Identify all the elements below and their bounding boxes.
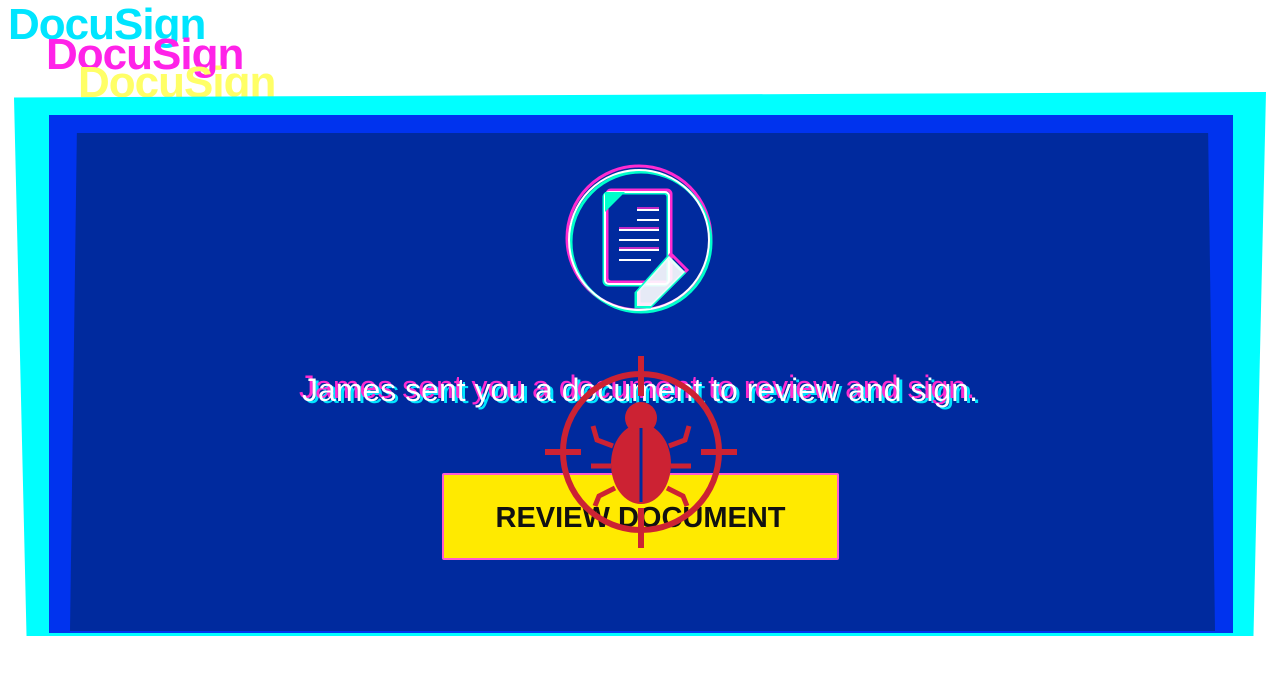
- message-text: James sent you a document to review and …: [302, 372, 978, 408]
- document-sign-icon: [563, 158, 715, 320]
- page: DocuSign DocuSign DocuSign James sent yo…: [0, 0, 1281, 699]
- review-document-button[interactable]: REVIEW DOCUMENT: [442, 473, 839, 560]
